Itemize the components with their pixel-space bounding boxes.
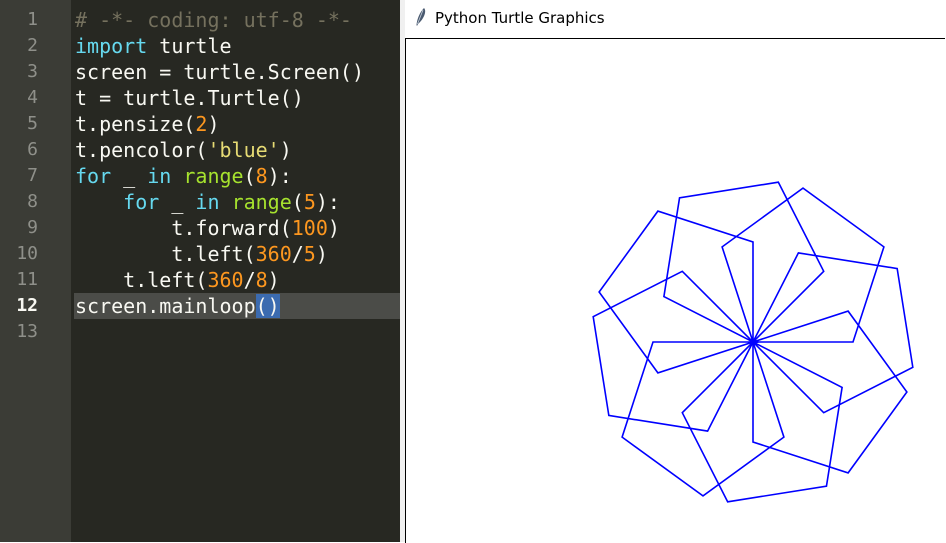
code-token: ) bbox=[267, 268, 280, 292]
turtle-canvas[interactable] bbox=[405, 38, 945, 543]
code-token: # -*- coding: utf-8 -*- bbox=[75, 8, 352, 32]
turtle-window[interactable]: Python Turtle Graphics bbox=[405, 0, 946, 543]
code-line[interactable]: t.left(360/5) bbox=[75, 241, 328, 267]
code-token: ) bbox=[279, 138, 292, 162]
turtle-drawing bbox=[592, 181, 914, 503]
code-line[interactable]: screen = turtle.Screen() bbox=[75, 59, 364, 85]
code-token: 8 bbox=[255, 164, 268, 188]
code-token: t.left( bbox=[75, 268, 208, 292]
code-token: range bbox=[183, 164, 244, 188]
code-token: / bbox=[243, 268, 256, 292]
line-number: 2 bbox=[27, 35, 38, 56]
code-token: for bbox=[123, 190, 160, 214]
code-token: range bbox=[231, 190, 292, 214]
code-editor[interactable]: 1 2 3 4 5 6 7 8 9 10 11 12 13 # -*- coding: utf-8 -*… bbox=[0, 0, 400, 542]
code-token: t = turtle.Turtle() bbox=[75, 86, 304, 110]
code-area[interactable]: # -*- coding: utf-8 -*- import turtle scre… bbox=[71, 0, 400, 542]
feather-icon bbox=[416, 8, 426, 26]
code-token: ( bbox=[291, 190, 304, 214]
code-token: screen.mainloop bbox=[75, 294, 256, 318]
code-token: screen = turtle.Screen() bbox=[75, 60, 364, 84]
code-token: turtle bbox=[147, 34, 232, 58]
code-line[interactable]: screen.mainloop() bbox=[75, 293, 280, 319]
line-number: 3 bbox=[27, 61, 38, 82]
code-token: 2 bbox=[195, 112, 208, 136]
code-token: 360 bbox=[255, 242, 292, 266]
code-token: () bbox=[255, 294, 280, 318]
line-number: 11 bbox=[16, 269, 38, 290]
code-token: in bbox=[147, 164, 172, 188]
code-token: in bbox=[195, 190, 220, 214]
line-number: 1 bbox=[27, 9, 38, 30]
line-number-gutter: 1 2 3 4 5 6 7 8 9 10 11 12 13 bbox=[0, 0, 71, 542]
code-token: 'blue' bbox=[207, 138, 280, 162]
code-token: 5 bbox=[303, 242, 316, 266]
code-line[interactable]: for _ in range(5): bbox=[75, 189, 340, 215]
code-line[interactable]: import turtle bbox=[75, 33, 232, 59]
code-line[interactable]: t.left(360/8) bbox=[75, 267, 280, 293]
code-token: ): bbox=[267, 164, 292, 188]
code-token: for bbox=[75, 164, 112, 188]
code-token: ) bbox=[207, 112, 220, 136]
code-token: t.pensize( bbox=[75, 112, 196, 136]
code-token: t.pencolor( bbox=[75, 138, 208, 162]
code-token: _ bbox=[159, 190, 196, 214]
code-token: 8 bbox=[255, 268, 268, 292]
line-number: 8 bbox=[27, 191, 38, 212]
code-line[interactable]: # -*- coding: utf-8 -*- bbox=[75, 7, 352, 33]
line-number: 7 bbox=[27, 165, 38, 186]
code-line[interactable]: t = turtle.Turtle() bbox=[75, 85, 304, 111]
code-token: 360 bbox=[207, 268, 244, 292]
code-token: t.left( bbox=[75, 242, 256, 266]
code-token: 100 bbox=[291, 216, 328, 240]
line-number: 4 bbox=[27, 87, 38, 108]
line-number: 9 bbox=[27, 217, 38, 238]
code-token: import bbox=[75, 34, 148, 58]
code-token: 5 bbox=[303, 190, 316, 214]
code-token: ) bbox=[315, 242, 328, 266]
code-token: ): bbox=[315, 190, 340, 214]
line-number: 6 bbox=[27, 139, 38, 160]
code-line[interactable]: t.pencolor('blue') bbox=[75, 137, 292, 163]
code-token: ( bbox=[243, 164, 256, 188]
line-number: 13 bbox=[16, 321, 38, 342]
line-number: 12 bbox=[16, 295, 38, 316]
code-token: t.forward( bbox=[75, 216, 292, 240]
code-token: ) bbox=[327, 216, 340, 240]
code-line[interactable]: t.pensize(2) bbox=[75, 111, 220, 137]
code-line[interactable]: for _ in range(8): bbox=[75, 163, 292, 189]
code-line[interactable]: t.forward(100) bbox=[75, 215, 340, 241]
code-token: / bbox=[291, 242, 304, 266]
window-titlebar[interactable]: Python Turtle Graphics bbox=[405, 0, 946, 38]
line-number: 5 bbox=[27, 113, 38, 134]
code-token: _ bbox=[111, 164, 148, 188]
line-number: 10 bbox=[16, 243, 38, 264]
window-title: Python Turtle Graphics bbox=[435, 9, 605, 27]
